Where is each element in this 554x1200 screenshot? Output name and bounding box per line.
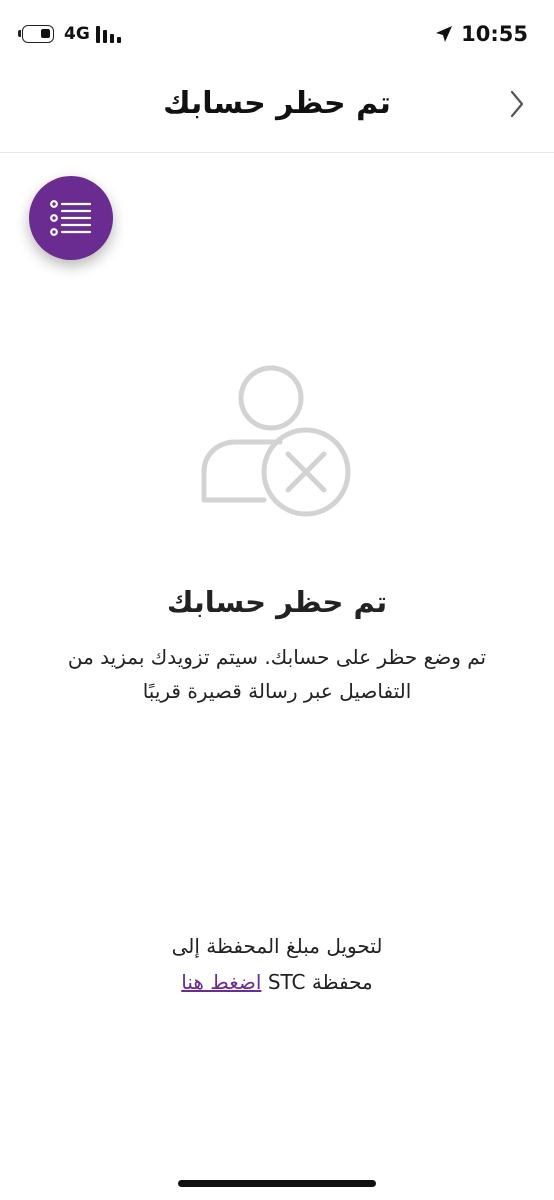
- status-time: 10:55: [461, 22, 528, 46]
- page-title: تم حظر حسابك: [163, 86, 391, 121]
- blocked-message: تم وضع حظر على حسابك. سيتم تزويدك بمزيد …: [30, 640, 524, 708]
- battery-icon: [18, 25, 54, 43]
- wallet-transfer-line2: محفظة STC: [267, 970, 373, 994]
- account-blocked-screen: 4G 10:55 تم حظر حسابك تم حظر حسابك تم وض…: [0, 0, 554, 1200]
- blocked-user-icon: [201, 365, 351, 517]
- home-indicator[interactable]: [178, 1180, 376, 1187]
- location-arrow-icon: [436, 26, 453, 42]
- header-bar: تم حظر حسابك: [0, 68, 554, 153]
- network-type: 4G: [64, 24, 90, 44]
- menu-fab-button[interactable]: [29, 176, 113, 260]
- back-button[interactable]: [506, 88, 528, 120]
- chevron-right-icon: [510, 90, 524, 118]
- blocked-message-line1: تم وضع حظر على حسابك. سيتم تزويدك بمزيد …: [67, 645, 487, 669]
- signal-bars-icon: [96, 26, 121, 43]
- blocked-title: تم حظر حسابك: [166, 585, 388, 619]
- status-bar: 4G 10:55: [0, 0, 554, 68]
- wallet-transfer-line1: لتحويل مبلغ المحفظة إلى: [171, 934, 383, 958]
- click-here-link[interactable]: اضغط هنا: [181, 970, 261, 994]
- wallet-transfer-text: لتحويل مبلغ المحفظة إلى محفظة STC اضغط ه…: [60, 928, 494, 1000]
- list-icon: [50, 200, 92, 236]
- blocked-message-line2: التفاصيل عبر رسالة قصيرة قريبًا: [142, 679, 412, 703]
